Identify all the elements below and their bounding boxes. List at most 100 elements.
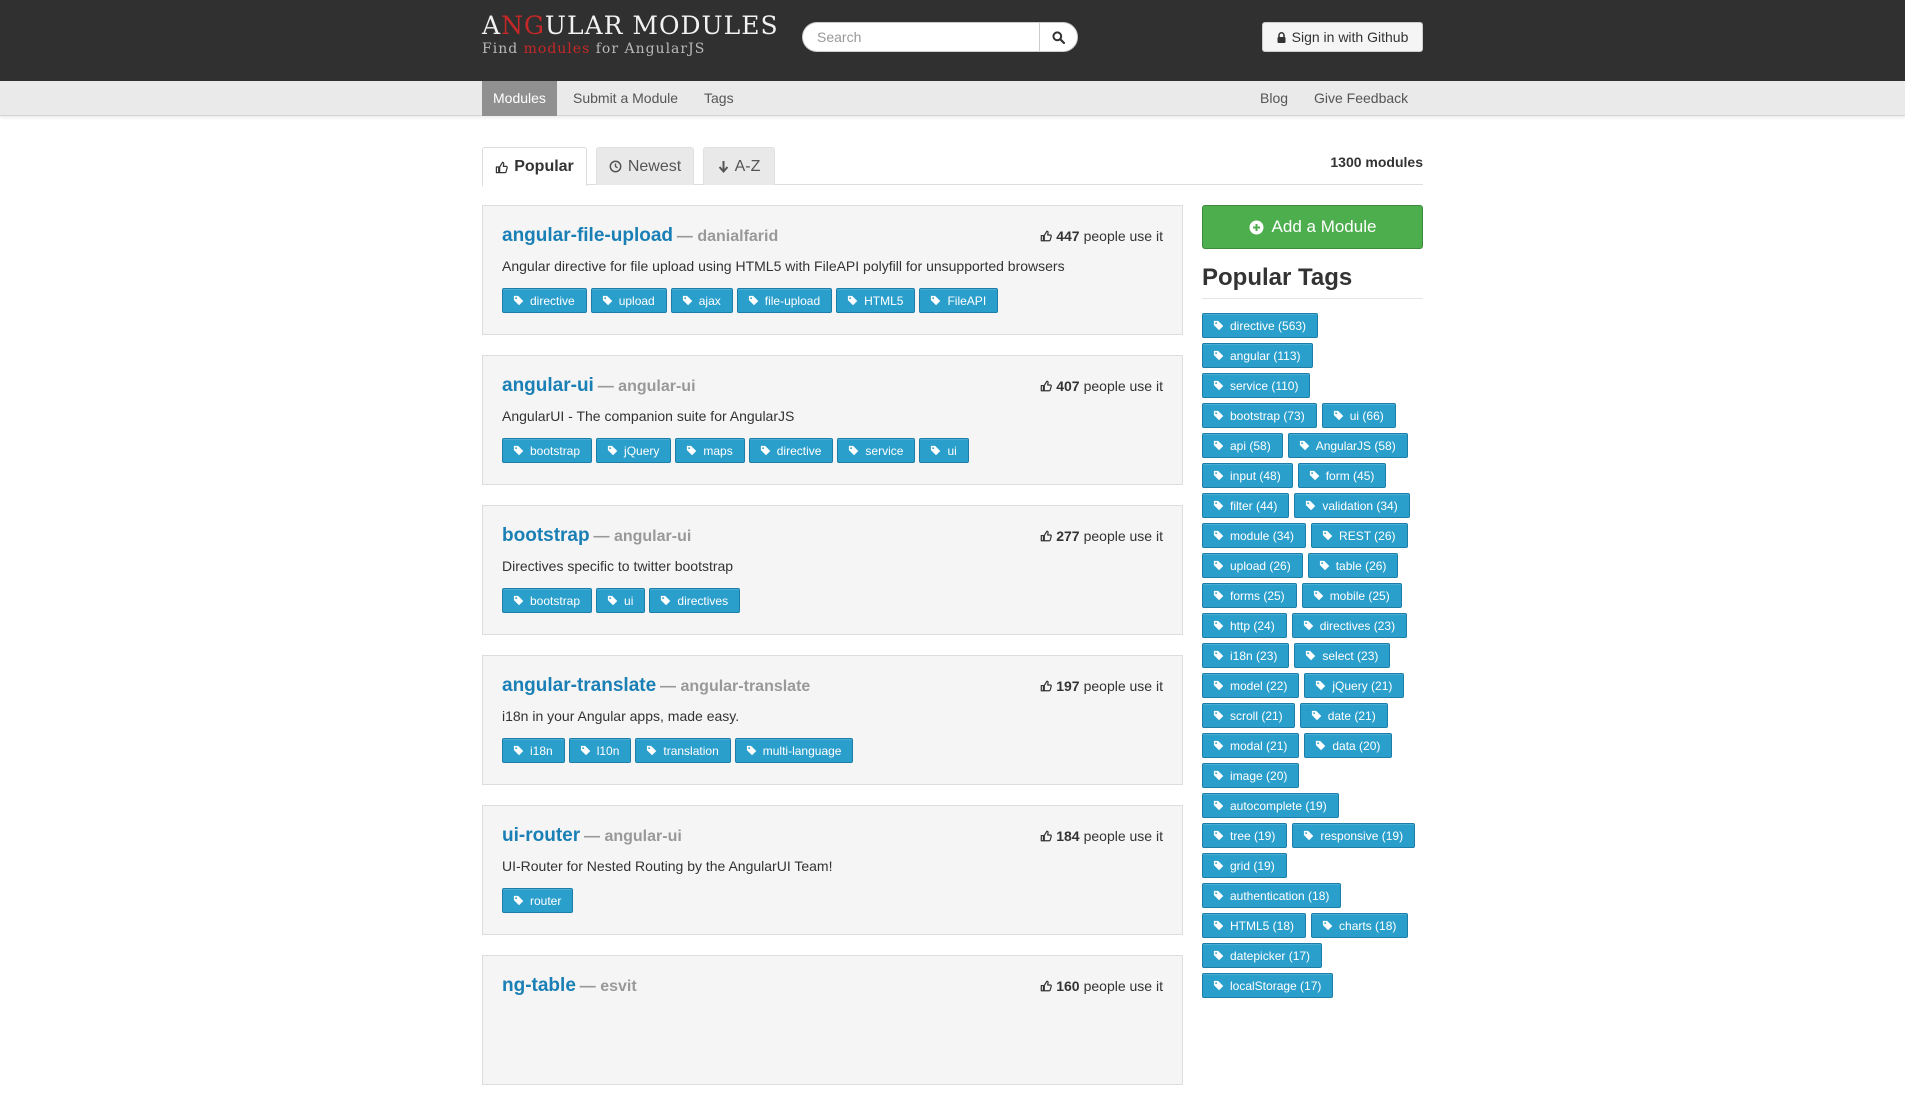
- module-name-link[interactable]: bootstrap: [502, 525, 590, 546]
- popular-tag[interactable]: image (20): [1202, 763, 1300, 788]
- tab-a-z[interactable]: A-Z: [703, 147, 775, 185]
- module-tag[interactable]: HTML5: [836, 288, 916, 313]
- tab-popular-label: Popular: [514, 158, 574, 175]
- module-tag[interactable]: directive: [502, 288, 587, 313]
- tag-label: charts (18): [1339, 918, 1397, 933]
- popular-tag[interactable]: bootstrap (73): [1202, 403, 1317, 428]
- module-description: AngularUI - The companion suite for Angu…: [502, 408, 795, 424]
- popular-tag[interactable]: module (34): [1202, 523, 1307, 548]
- module-tag[interactable]: directives: [649, 588, 741, 613]
- popular-tag[interactable]: filter (44): [1202, 493, 1290, 518]
- module-name-link[interactable]: angular-translate: [502, 675, 656, 696]
- module-header: ng-table — esvit: [502, 975, 637, 997]
- module-tag[interactable]: directive: [748, 438, 834, 463]
- module-name-link[interactable]: angular-ui: [502, 375, 594, 396]
- popular-tag[interactable]: jQuery (21): [1304, 673, 1405, 698]
- popular-tag[interactable]: grid (19): [1202, 853, 1287, 878]
- popular-tag[interactable]: model (22): [1202, 673, 1300, 698]
- popular-tag-row: autocomplete (19): [1202, 793, 1432, 823]
- tag-icon: [1213, 950, 1224, 961]
- popular-tag[interactable]: data (20): [1304, 733, 1393, 758]
- search-button[interactable]: [1039, 22, 1078, 52]
- popular-tag[interactable]: select (23): [1294, 643, 1391, 668]
- module-tag[interactable]: ajax: [670, 288, 733, 313]
- popular-tag[interactable]: HTML5 (18): [1202, 913, 1307, 938]
- module-tag[interactable]: maps: [675, 438, 745, 463]
- site-logo[interactable]: ANGULAR MODULES Find modules for Angular…: [482, 12, 779, 58]
- module-tag[interactable]: service: [837, 438, 916, 463]
- tag-icon: [1213, 470, 1224, 481]
- popular-tag[interactable]: directives (23): [1291, 613, 1408, 638]
- tag-icon: [687, 445, 697, 456]
- main-nav: Modules Submit a Module Tags Blog Give F…: [0, 81, 1905, 116]
- module-tag[interactable]: router: [502, 888, 574, 913]
- popular-tag[interactable]: scroll (21): [1202, 703, 1295, 728]
- nav-submit-module[interactable]: Submit a Module: [562, 81, 689, 116]
- module-tag[interactable]: l10n: [568, 738, 632, 763]
- nav-blog[interactable]: Blog: [1249, 81, 1299, 116]
- popular-tag[interactable]: directive (563): [1202, 313, 1319, 338]
- module-description: Angular directive for file upload using …: [502, 258, 1065, 274]
- tag-label: filter (44): [1230, 498, 1278, 513]
- popular-tag[interactable]: authentication (18): [1202, 883, 1342, 908]
- popular-tag[interactable]: table (26): [1307, 553, 1399, 578]
- popular-tag[interactable]: autocomplete (19): [1202, 793, 1339, 818]
- tag-label: autocomplete (19): [1230, 798, 1327, 813]
- module-name-link[interactable]: angular-file-upload: [502, 225, 673, 246]
- popular-tag[interactable]: service (110): [1202, 373, 1311, 398]
- popular-tag[interactable]: http (24): [1202, 613, 1287, 638]
- popular-tag[interactable]: api (58): [1202, 433, 1283, 458]
- tag-label: api (58): [1230, 438, 1271, 453]
- popular-tag[interactable]: angular (113): [1202, 343, 1313, 368]
- tag-label: l10n: [596, 743, 620, 758]
- popular-tag[interactable]: upload (26): [1202, 553, 1303, 578]
- tag-label: module (34): [1230, 528, 1295, 543]
- module-tag[interactable]: file-upload: [736, 288, 833, 313]
- popular-tag[interactable]: ui (66): [1321, 403, 1396, 428]
- module-tag[interactable]: bootstrap: [502, 588, 593, 613]
- popular-tag[interactable]: AngularJS (58): [1287, 433, 1408, 458]
- popular-tag[interactable]: i18n (23): [1202, 643, 1290, 668]
- module-card: bootstrap — angular-ui 277 people use it Di…: [482, 505, 1183, 635]
- tab-newest[interactable]: Newest: [596, 147, 694, 185]
- module-name-link[interactable]: ui-router: [502, 825, 580, 846]
- tab-popular[interactable]: Popular: [482, 147, 587, 186]
- popular-tag[interactable]: input (48): [1202, 463, 1293, 488]
- popular-tag[interactable]: date (21): [1299, 703, 1388, 728]
- tag-icon: [661, 595, 671, 606]
- search-input[interactable]: [802, 22, 1039, 52]
- popular-tag[interactable]: modal (21): [1202, 733, 1300, 758]
- popular-tag[interactable]: responsive (19): [1292, 823, 1416, 848]
- popular-tag[interactable]: validation (34): [1294, 493, 1410, 518]
- module-tag[interactable]: ui: [919, 438, 969, 463]
- module-tag[interactable]: upload: [590, 288, 667, 313]
- nav-give-feedback[interactable]: Give Feedback: [1303, 81, 1419, 116]
- module-tag[interactable]: translation: [635, 738, 731, 763]
- nav-tags[interactable]: Tags: [693, 81, 745, 116]
- popular-tag[interactable]: forms (25): [1202, 583, 1297, 608]
- module-tag[interactable]: bootstrap: [502, 438, 593, 463]
- tab-newest-label: Newest: [627, 157, 682, 175]
- module-tag[interactable]: multi-language: [734, 738, 854, 763]
- tag-icon: [1306, 650, 1316, 661]
- signin-github-button[interactable]: Sign in with Github: [1262, 22, 1423, 52]
- popular-tag[interactable]: localStorage (17): [1202, 973, 1334, 998]
- tag-label: forms (25): [1230, 588, 1285, 603]
- tag-icon: [1213, 860, 1224, 871]
- add-module-button[interactable]: Add a Module: [1202, 205, 1423, 249]
- popular-tag[interactable]: tree (19): [1202, 823, 1288, 848]
- tag-label: directive: [776, 443, 822, 458]
- module-tag[interactable]: i18n: [502, 738, 565, 763]
- popular-tag[interactable]: mobile (25): [1301, 583, 1402, 608]
- module-name-link[interactable]: ng-table: [502, 975, 576, 996]
- module-tag[interactable]: FileAPI: [919, 288, 999, 313]
- popular-tag[interactable]: REST (26): [1311, 523, 1408, 548]
- module-tag[interactable]: ui: [596, 588, 646, 613]
- tag-label: service: [865, 443, 904, 458]
- nav-modules[interactable]: Modules: [482, 81, 557, 116]
- popular-tag[interactable]: charts (18): [1311, 913, 1409, 938]
- module-tag[interactable]: jQuery: [596, 438, 672, 463]
- popular-tag[interactable]: datepicker (17): [1202, 943, 1323, 968]
- popular-tag[interactable]: form (45): [1297, 463, 1387, 488]
- tag-icon: [513, 895, 524, 906]
